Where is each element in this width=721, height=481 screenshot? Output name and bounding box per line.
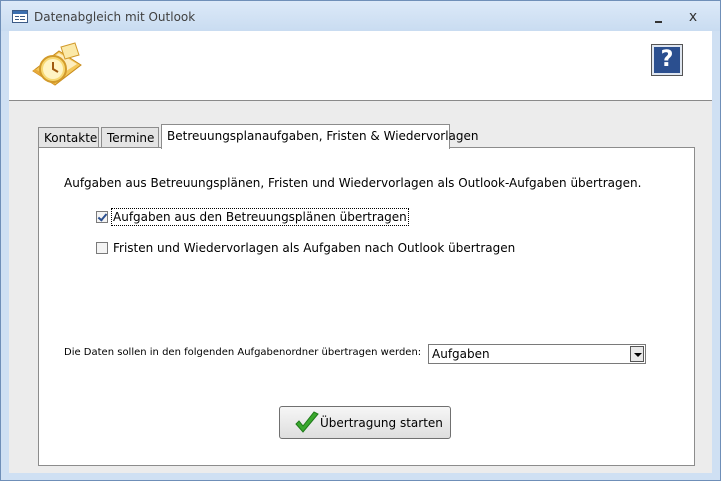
task-folder-value: Aufgaben bbox=[432, 347, 490, 361]
form-app-icon[interactable] bbox=[12, 10, 28, 23]
task-folder-select[interactable]: Aufgaben bbox=[428, 344, 646, 364]
start-transfer-label: Übertragung starten bbox=[320, 416, 443, 430]
form-client-area: ? Kontakte Termine Betreuungsplanaufgabe… bbox=[9, 31, 712, 473]
minimize-button[interactable] bbox=[651, 9, 667, 25]
tab-panel-aufgaben: Aufgaben aus Betreuungsplänen, Fristen u… bbox=[38, 147, 695, 466]
fristen-checkbox[interactable] bbox=[96, 242, 108, 254]
help-button[interactable]: ? bbox=[651, 44, 683, 76]
tab-aufgaben-fristen-wiedervorlagen[interactable]: Betreuungsplanaufgaben, Fristen & Wieder… bbox=[161, 124, 479, 149]
fristen-label[interactable]: Fristen und Wiedervorlagen als Aufgaben … bbox=[112, 240, 516, 256]
dropdown-arrow-icon[interactable] bbox=[630, 346, 644, 362]
checkmark-icon bbox=[295, 411, 319, 433]
tab-kontakte[interactable]: Kontakte bbox=[38, 127, 99, 148]
form-header: ? bbox=[9, 31, 712, 101]
help-question-icon: ? bbox=[660, 47, 674, 72]
betreuungsplaene-checkbox[interactable] bbox=[96, 211, 108, 223]
form-body: Kontakte Termine Betreuungsplanaufgaben,… bbox=[9, 101, 712, 473]
title-bar[interactable]: Datenabgleich mit Outlook x bbox=[1, 1, 720, 31]
betreuungsplaene-label[interactable]: Aufgaben aus den Betreuungsplänen übertr… bbox=[111, 208, 409, 226]
app-window: Datenabgleich mit Outlook x ? Kontakte T… bbox=[0, 0, 721, 481]
tab-termine[interactable]: Termine bbox=[101, 127, 159, 148]
start-transfer-button[interactable]: Übertragung starten bbox=[279, 406, 451, 439]
outlook-clock-icon bbox=[32, 42, 82, 86]
folder-label: Die Daten sollen in den folgenden Aufgab… bbox=[64, 347, 422, 358]
intro-text: Aufgaben aus Betreuungsplänen, Fristen u… bbox=[64, 176, 642, 190]
window-title: Datenabgleich mit Outlook bbox=[34, 10, 196, 24]
close-button[interactable]: x bbox=[685, 9, 701, 25]
